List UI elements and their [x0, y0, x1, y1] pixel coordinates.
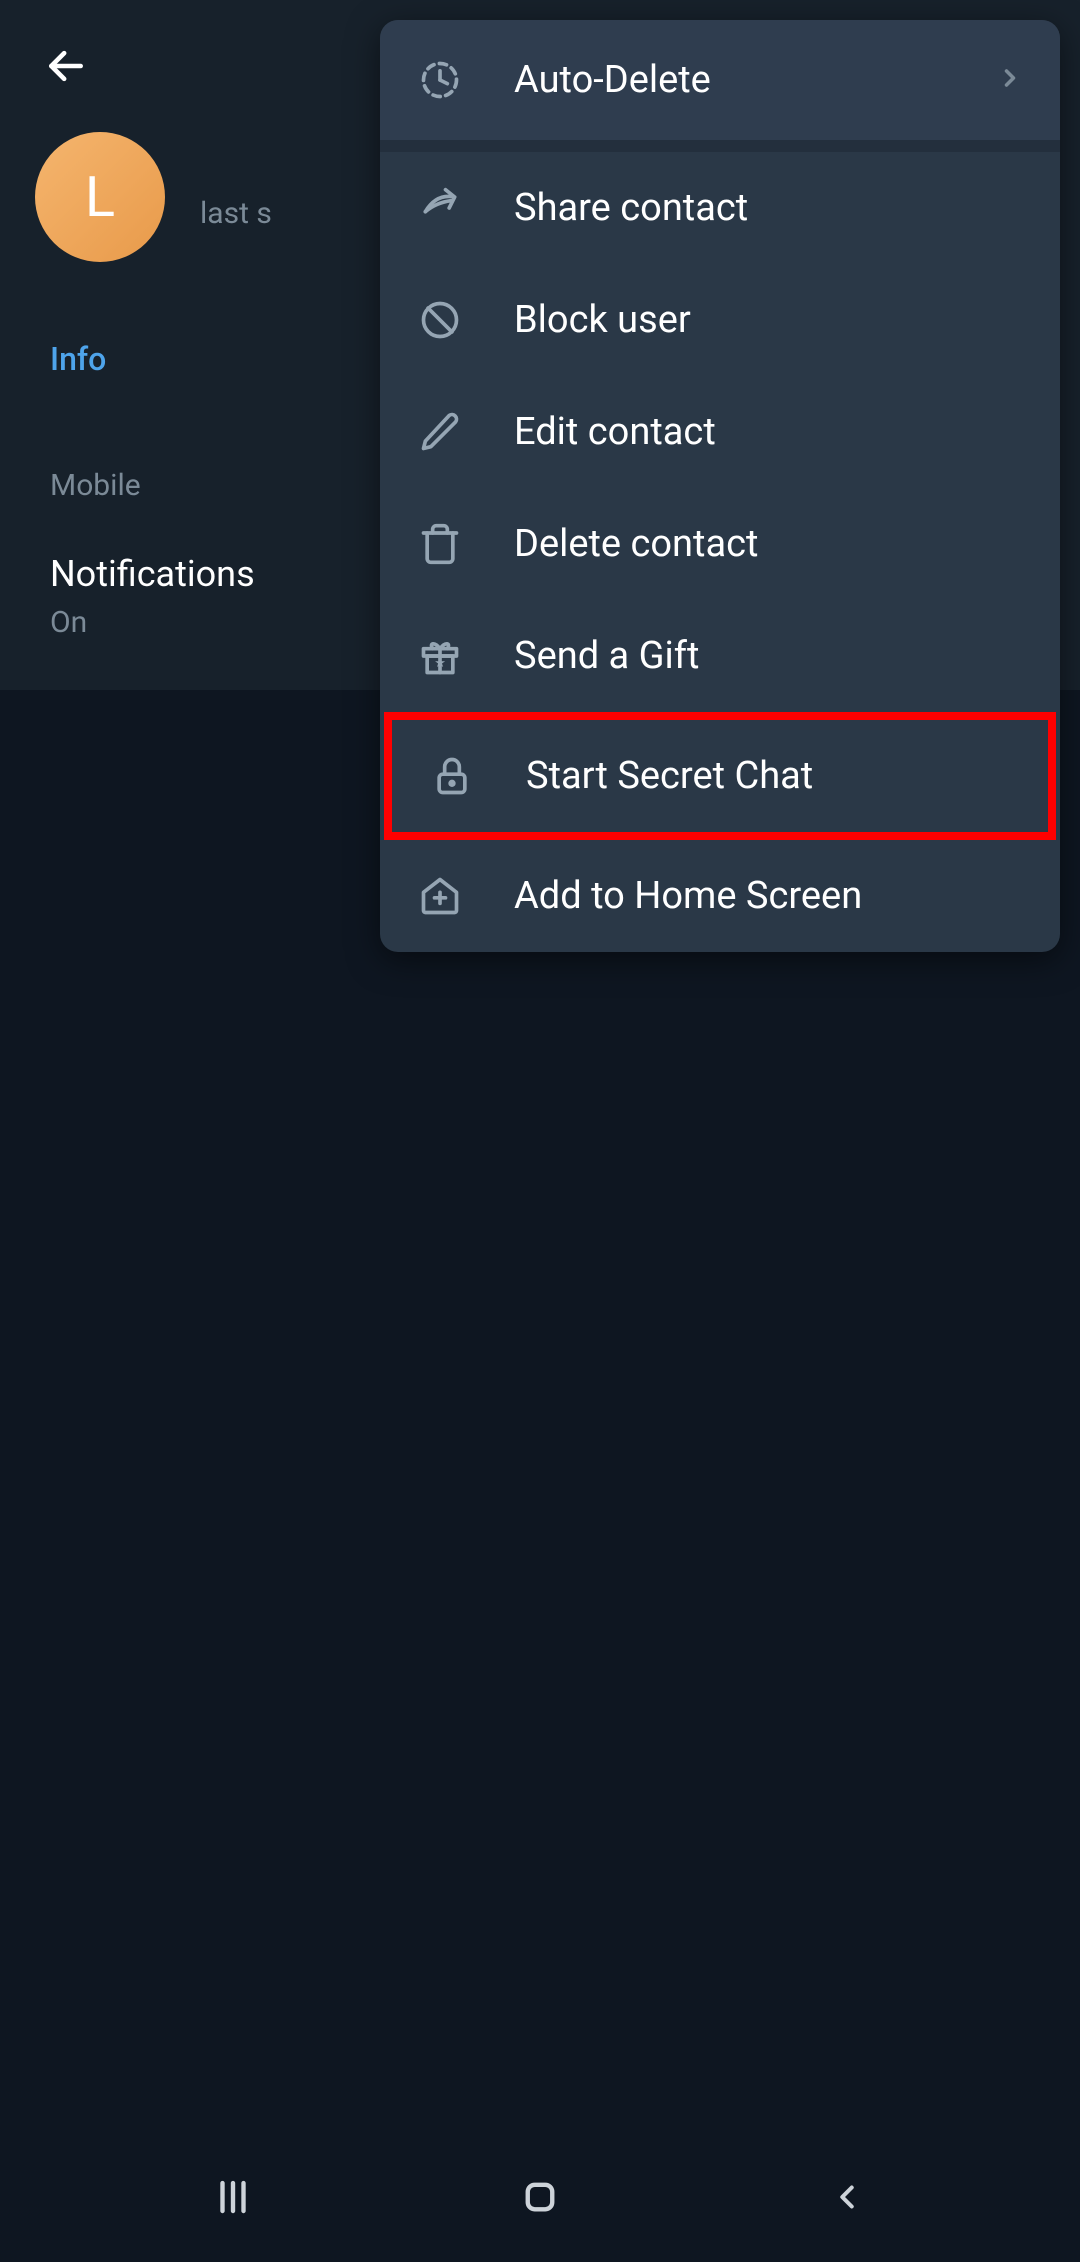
phone-number [50, 416, 370, 456]
avatar-letter: L [85, 164, 115, 230]
menu-label-secret-chat: Start Secret Chat [526, 754, 1012, 798]
gift-icon: ★ [416, 632, 464, 680]
menu-item-home-screen[interactable]: Add to Home Screen [380, 840, 1060, 952]
back-button[interactable] [38, 38, 94, 94]
system-nav-bar [0, 2132, 1080, 2262]
pencil-icon [416, 408, 464, 456]
menu-item-send-gift[interactable]: ★ Send a Gift [380, 600, 1060, 712]
profile-name [200, 148, 340, 188]
menu-separator [380, 140, 1060, 152]
menu-item-block-user[interactable]: Block user [380, 264, 1060, 376]
options-menu: Auto-Delete Share contact Block user [380, 20, 1060, 952]
menu-label-delete: Delete contact [514, 522, 1024, 566]
profile-info: last s [200, 148, 340, 231]
nav-home-button[interactable] [510, 2167, 570, 2227]
menu-label-block: Block user [514, 298, 1024, 342]
nav-back-icon [828, 2178, 866, 2216]
menu-item-share-contact[interactable]: Share contact [380, 152, 1060, 264]
chevron-right-icon [996, 64, 1024, 96]
home-plus-icon [416, 872, 464, 920]
lock-icon [428, 752, 476, 800]
menu-label-home-screen: Add to Home Screen [514, 874, 1024, 918]
menu-label-auto-delete: Auto-Delete [514, 58, 996, 102]
menu-item-auto-delete[interactable]: Auto-Delete [380, 20, 1060, 140]
menu-item-delete-contact[interactable]: Delete contact [380, 488, 1060, 600]
nav-back-button[interactable] [817, 2167, 877, 2227]
trash-icon [416, 520, 464, 568]
profile-status: last s [200, 196, 340, 231]
share-icon [416, 184, 464, 232]
back-arrow-icon [44, 44, 88, 88]
block-icon [416, 296, 464, 344]
avatar[interactable]: L [35, 132, 165, 262]
menu-item-secret-chat[interactable]: Start Secret Chat [384, 712, 1056, 840]
menu-label-gift: Send a Gift [514, 634, 1024, 678]
menu-item-edit-contact[interactable]: Edit contact [380, 376, 1060, 488]
svg-text:★: ★ [434, 656, 446, 671]
nav-recents-button[interactable] [203, 2167, 263, 2227]
recents-icon [212, 2176, 254, 2218]
timer-icon [416, 56, 464, 104]
menu-label-share: Share contact [514, 186, 1024, 230]
home-icon [519, 2176, 561, 2218]
menu-label-edit: Edit contact [514, 410, 1024, 454]
